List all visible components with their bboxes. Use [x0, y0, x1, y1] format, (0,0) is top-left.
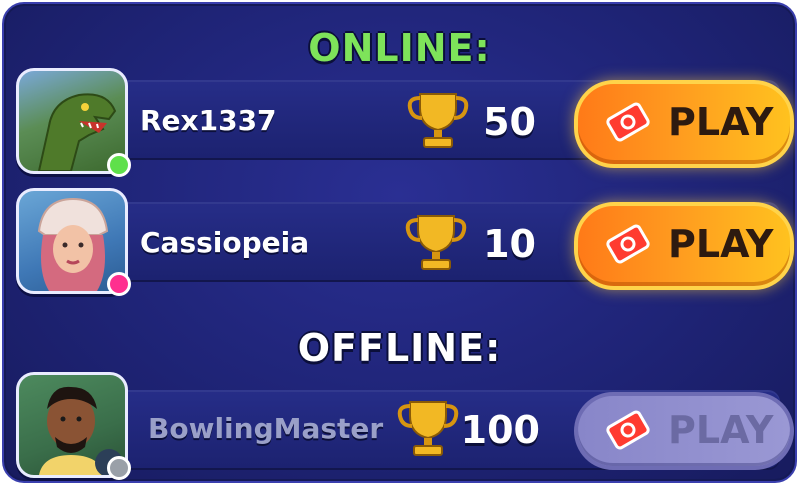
play-button-label: PLAY	[668, 222, 774, 266]
ticket-icon	[606, 102, 650, 142]
away-status-dot	[107, 272, 131, 296]
play-button[interactable]: PLAY	[574, 80, 794, 168]
player-score: 10	[483, 222, 536, 266]
play-button-label: PLAY	[668, 100, 774, 144]
play-button-label: PLAY	[668, 408, 774, 452]
offline-status-dot	[107, 456, 131, 480]
trophy-icon	[397, 401, 459, 456]
player-score: 50	[483, 100, 536, 144]
play-button-disabled[interactable]: PLAY	[574, 392, 794, 470]
friends-panel: ONLINE: Rex1337 50 PLAY Cassiopeia 10 PL…	[2, 2, 797, 483]
ticket-icon	[606, 224, 650, 264]
player-name: Cassiopeia	[140, 226, 310, 259]
play-button[interactable]: PLAY	[574, 202, 794, 290]
ticket-icon	[606, 410, 650, 450]
player-score: 100	[460, 408, 540, 452]
online-section-title: ONLINE:	[308, 26, 491, 70]
online-status-dot	[107, 153, 131, 177]
player-name: BowlingMaster	[148, 412, 384, 445]
offline-section-title: OFFLINE:	[297, 326, 502, 370]
player-name: Rex1337	[140, 104, 277, 137]
